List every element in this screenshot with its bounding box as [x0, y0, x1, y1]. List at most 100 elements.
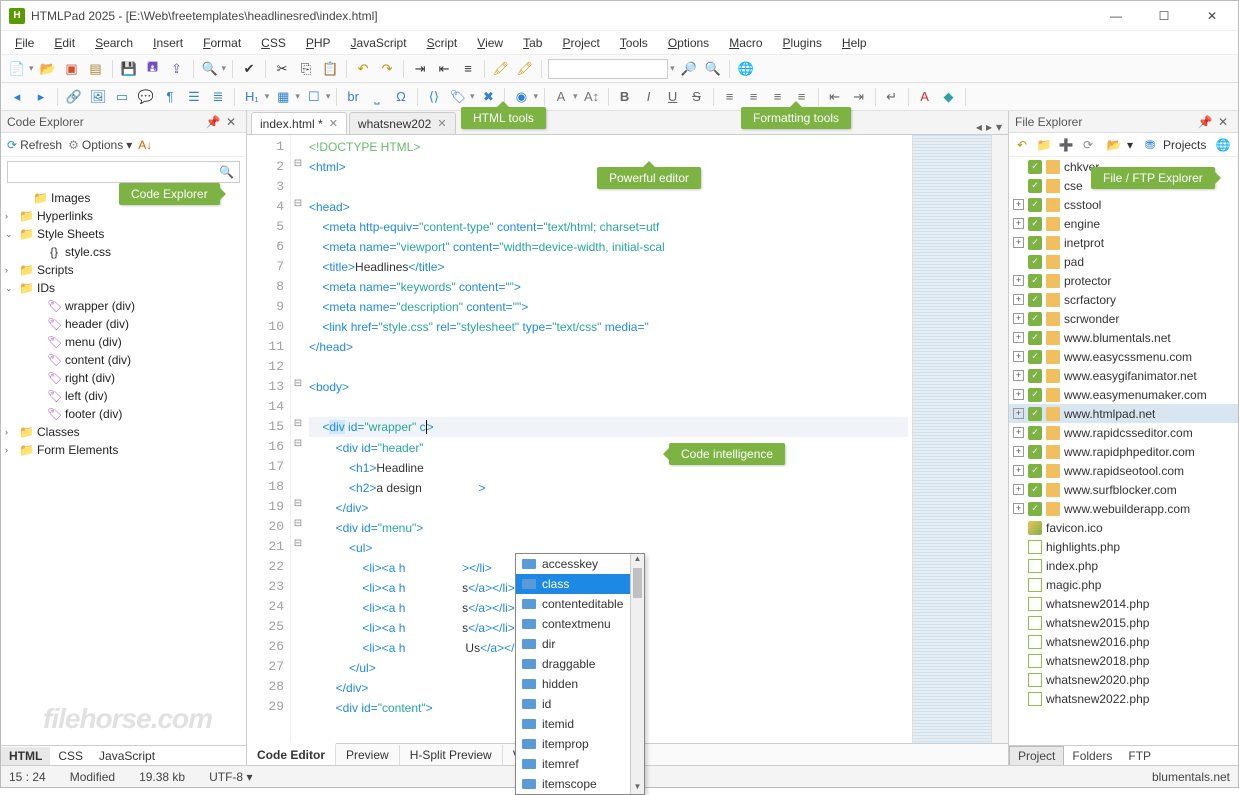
- pin-icon[interactable]: 📌: [1196, 115, 1214, 129]
- outdent-icon[interactable]: ⇤: [434, 59, 454, 79]
- file-item[interactable]: +✓scrfactory: [1009, 290, 1238, 309]
- autocomplete-item[interactable]: itemref: [516, 754, 644, 774]
- strike-icon[interactable]: S: [687, 87, 707, 107]
- code-explorer-search[interactable]: [7, 161, 240, 183]
- file-item[interactable]: ✓chkver: [1009, 157, 1238, 176]
- tree-node[interactable]: 🏷menu (div): [5, 333, 242, 351]
- menu-file[interactable]: File: [9, 34, 40, 52]
- menu-options[interactable]: Options: [662, 34, 715, 52]
- bookmark-next-icon[interactable]: ▸: [31, 87, 51, 107]
- indent-right-icon[interactable]: ⇥: [849, 87, 869, 107]
- tab-menu-icon[interactable]: ▾: [996, 120, 1002, 134]
- menu-css[interactable]: CSS: [255, 34, 292, 52]
- file-item[interactable]: +✓www.rapidcsseditor.com: [1009, 423, 1238, 442]
- file-item[interactable]: ✓cse: [1009, 176, 1238, 195]
- bold-icon[interactable]: B: [615, 87, 635, 107]
- align-left-icon[interactable]: ≡: [720, 87, 740, 107]
- file-item[interactable]: +✓www.easygifanimator.net: [1009, 366, 1238, 385]
- left-tab-html[interactable]: HTML: [1, 747, 50, 765]
- menu-project[interactable]: Project: [556, 34, 605, 52]
- autocomplete-item[interactable]: hidden: [516, 674, 644, 694]
- tree-node[interactable]: 🏷right (div): [5, 369, 242, 387]
- link-icon[interactable]: 🔗: [64, 87, 84, 107]
- save-icon[interactable]: 💾: [119, 59, 139, 79]
- indent-left-icon[interactable]: ⇤: [825, 87, 845, 107]
- tree-node[interactable]: 🏷left (div): [5, 387, 242, 405]
- menu-tab[interactable]: Tab: [517, 34, 548, 52]
- file-item[interactable]: +✓www.webuilderapp.com: [1009, 499, 1238, 518]
- fe-open-icon[interactable]: 📁: [1035, 136, 1053, 154]
- projects-label[interactable]: Projects: [1163, 138, 1206, 152]
- menu-insert[interactable]: Insert: [147, 34, 189, 52]
- redo-icon[interactable]: ↷: [377, 59, 397, 79]
- paste-icon[interactable]: 📋: [320, 59, 340, 79]
- color-picker-icon[interactable]: ◉: [511, 87, 531, 107]
- fe-refresh-icon[interactable]: ⟳: [1079, 136, 1097, 154]
- fe-folder-icon[interactable]: 📂: [1105, 136, 1123, 154]
- bottom-tab[interactable]: Preview: [336, 745, 400, 765]
- file-item[interactable]: whatsnew2018.php: [1009, 651, 1238, 670]
- align-right-icon[interactable]: ≡: [768, 87, 788, 107]
- bg-color-icon[interactable]: ◆: [939, 87, 959, 107]
- file-item[interactable]: +✓csstool: [1009, 195, 1238, 214]
- panel-close-icon[interactable]: ✕: [222, 115, 240, 129]
- fe-globe-icon[interactable]: 🌐: [1214, 136, 1232, 154]
- file-item[interactable]: ✓pad: [1009, 252, 1238, 271]
- status-encoding[interactable]: UTF-8 ▾: [209, 770, 252, 784]
- pin-icon[interactable]: 📌: [204, 115, 222, 129]
- file-item[interactable]: highlights.php: [1009, 537, 1238, 556]
- tree-node[interactable]: ›📁Form Elements: [5, 441, 242, 459]
- autocomplete-item[interactable]: draggable: [516, 654, 644, 674]
- tree-node[interactable]: 🏷footer (div): [5, 405, 242, 423]
- panel-close-icon[interactable]: ✕: [1214, 115, 1232, 129]
- file-item[interactable]: +✓www.easymenumaker.com: [1009, 385, 1238, 404]
- fe-new-icon[interactable]: ➕: [1057, 136, 1075, 154]
- copy-icon[interactable]: ⎘: [296, 59, 316, 79]
- code-explorer-tree[interactable]: 📁Images›📁Hyperlinks⌄📁Style Sheets{}style…: [1, 187, 246, 745]
- menu-help[interactable]: Help: [836, 34, 873, 52]
- menu-format[interactable]: Format: [197, 34, 247, 52]
- tree-node[interactable]: ⌄📁IDs: [5, 279, 242, 297]
- autocomplete-item[interactable]: contenteditable: [516, 594, 644, 614]
- quick-find-input[interactable]: [548, 59, 668, 79]
- menu-javascript[interactable]: JavaScript: [345, 34, 413, 52]
- list-ol-icon[interactable]: ≣: [208, 87, 228, 107]
- heading-dropdown[interactable]: H₁: [241, 87, 263, 107]
- find-next-icon[interactable]: 🔎: [679, 59, 699, 79]
- upload-icon[interactable]: ⇪: [167, 59, 187, 79]
- template-icon[interactable]: ▤: [86, 59, 106, 79]
- file-item[interactable]: +✓www.easycssmenu.com: [1009, 347, 1238, 366]
- menu-plugins[interactable]: Plugins: [777, 34, 828, 52]
- underline-icon[interactable]: U: [663, 87, 683, 107]
- file-item[interactable]: +✓inetprot: [1009, 233, 1238, 252]
- remove-tag-icon[interactable]: ✖: [478, 87, 498, 107]
- align-center-icon[interactable]: ≡: [744, 87, 764, 107]
- file-item[interactable]: +✓www.htmlpad.net: [1009, 404, 1238, 423]
- fold-column[interactable]: ⊟⊟⊟⊟⊟⊟⊟⊟: [291, 135, 305, 743]
- tree-node[interactable]: 🏷content (div): [5, 351, 242, 369]
- autocomplete-item[interactable]: dir: [516, 634, 644, 654]
- minimap[interactable]: [912, 135, 992, 743]
- bottom-tab[interactable]: Code Editor: [247, 743, 336, 765]
- file-item[interactable]: favicon.ico: [1009, 518, 1238, 537]
- tree-node[interactable]: {}style.css: [5, 243, 242, 261]
- find-prev-icon[interactable]: 🔍: [703, 59, 723, 79]
- file-item[interactable]: +✓www.rapidseotool.com: [1009, 461, 1238, 480]
- tree-node[interactable]: 🏷header (div): [5, 315, 242, 333]
- highlight-toggle-icon[interactable]: 🖍: [491, 59, 511, 79]
- file-item[interactable]: +✓engine: [1009, 214, 1238, 233]
- file-item[interactable]: +✓scrwonder: [1009, 309, 1238, 328]
- refresh-button[interactable]: ⟳ Refresh: [7, 138, 62, 152]
- menu-script[interactable]: Script: [421, 34, 464, 52]
- menu-php[interactable]: PHP: [300, 34, 337, 52]
- maximize-button[interactable]: ☐: [1146, 5, 1182, 27]
- left-tab-javascript[interactable]: JavaScript: [91, 747, 163, 765]
- autocomplete-item[interactable]: itemscope: [516, 774, 644, 794]
- doc-tab[interactable]: index.html *✕: [251, 112, 347, 134]
- br-icon[interactable]: br: [343, 87, 363, 107]
- tree-node[interactable]: ›📁Scripts: [5, 261, 242, 279]
- undo-icon[interactable]: ↶: [353, 59, 373, 79]
- file-item[interactable]: whatsnew2016.php: [1009, 632, 1238, 651]
- menu-view[interactable]: View: [471, 34, 509, 52]
- tab-next-icon[interactable]: ▸: [986, 120, 992, 134]
